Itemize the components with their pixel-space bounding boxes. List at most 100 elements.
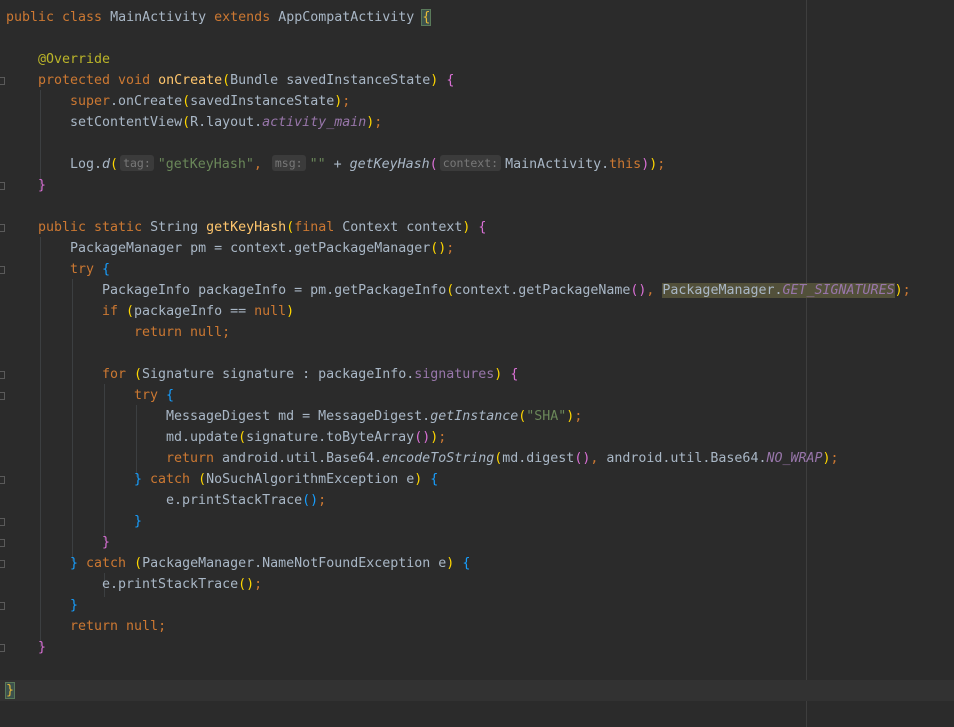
fold-marker-icon[interactable] <box>0 602 5 610</box>
paren: ( <box>238 430 247 445</box>
brace: } <box>102 535 111 550</box>
class-name: MainActivity <box>110 10 215 25</box>
code-text: Signature signature : packageInfo. <box>142 367 415 382</box>
string-literal: "SHA" <box>526 409 567 424</box>
parameter-hint: context: <box>439 155 502 171</box>
code-text: MainActivity. <box>505 157 610 172</box>
fold-marker-icon[interactable] <box>0 224 5 232</box>
params: Bundle savedInstanceState <box>230 73 431 88</box>
code-line[interactable]: e.printStackTrace(); <box>102 574 262 595</box>
comma: , <box>646 283 663 298</box>
brace: } <box>38 640 47 655</box>
params: Context context <box>342 220 463 235</box>
code-line[interactable]: public static String getKeyHash(final Co… <box>38 217 486 238</box>
fold-marker-icon[interactable] <box>0 77 5 85</box>
fold-marker-icon[interactable] <box>0 644 5 652</box>
code-line[interactable]: protected void onCreate(Bundle savedInst… <box>38 70 454 91</box>
keyword: public class <box>6 10 111 25</box>
code-line[interactable]: e.printStackTrace(); <box>166 490 326 511</box>
code-line[interactable]: } <box>134 511 142 532</box>
paren: ) <box>894 283 903 298</box>
paren: ( <box>126 304 135 319</box>
code-line[interactable]: } <box>38 637 46 658</box>
brace: } <box>70 598 79 613</box>
semicolon: ; <box>158 619 167 634</box>
fold-marker-icon[interactable] <box>0 266 5 274</box>
semicolon: ; <box>574 409 583 424</box>
code-text: PackageManager pm = context.getPackageMa… <box>70 241 431 256</box>
code-line[interactable]: } catch (NoSuchAlgorithmException e) { <box>134 469 438 490</box>
fold-marker-icon[interactable] <box>0 539 5 547</box>
code-line[interactable]: } <box>102 532 110 553</box>
keyword: null <box>126 619 159 634</box>
semicolon: ; <box>318 493 327 508</box>
code-text: Log. <box>70 157 103 172</box>
brace: { <box>422 472 439 487</box>
code-line[interactable]: return null; <box>134 322 230 343</box>
indent-guide <box>104 384 105 540</box>
paren: ( <box>222 73 231 88</box>
code-line[interactable]: return null; <box>70 616 166 637</box>
method-name: getKeyHash <box>349 157 430 172</box>
static-field: NO_WRAP <box>766 451 823 466</box>
semicolon: ; <box>830 451 839 466</box>
code-text: packageInfo == <box>134 304 255 319</box>
fold-marker-icon[interactable] <box>0 476 5 484</box>
keyword: null <box>190 325 223 340</box>
code-line[interactable]: PackageManager pm = context.getPackageMa… <box>70 238 454 259</box>
keyword: try <box>134 388 167 403</box>
keyword: extends <box>214 10 279 25</box>
static-field: activity_main <box>262 115 367 130</box>
code-line[interactable]: if (packageInfo == null) <box>102 301 294 322</box>
comma: , <box>253 157 270 172</box>
deprecation-highlight: PackageManager.GET_SIGNATURES <box>662 283 895 298</box>
paren: () <box>630 283 647 298</box>
keyword: catch <box>150 472 199 487</box>
string-literal: "" <box>309 157 326 172</box>
brace: } <box>134 472 151 487</box>
code-text: R.layout. <box>190 115 263 130</box>
fold-marker-icon[interactable] <box>0 371 5 379</box>
static-field: GET_SIGNATURES <box>782 283 895 298</box>
fold-marker-icon[interactable] <box>0 182 5 190</box>
class-name: AppCompatActivity <box>278 10 423 25</box>
code-line[interactable]: } catch (PackageManager.NameNotFoundExce… <box>70 553 470 574</box>
semicolon: ; <box>374 115 383 130</box>
code-line[interactable]: try { <box>70 259 110 280</box>
code-line[interactable]: PackageInfo packageInfo = pm.getPackageI… <box>102 280 911 301</box>
class-name: PackageManager. <box>662 283 783 298</box>
code-line[interactable]: @Override <box>38 49 110 70</box>
keyword: super <box>70 94 111 109</box>
brace: } <box>70 556 87 571</box>
type-name: String <box>150 220 207 235</box>
code-line[interactable]: for (Signature signature : packageInfo.s… <box>102 364 518 385</box>
method-name: encodeToString <box>382 451 495 466</box>
code-line[interactable]: Log.d(tag: "getKeyHash", msg: "" + getKeyH… <box>70 154 665 175</box>
code-line[interactable]: super.onCreate(savedInstanceState); <box>70 91 350 112</box>
code-line[interactable]: try { <box>134 385 174 406</box>
code-line[interactable]: } <box>38 175 46 196</box>
code-line[interactable]: return android.util.Base64.encodeToStrin… <box>166 448 839 469</box>
brace: } <box>38 178 47 193</box>
fold-marker-icon[interactable] <box>0 518 5 526</box>
paren: ( <box>429 157 438 172</box>
paren: ( <box>286 220 295 235</box>
fold-marker-icon[interactable] <box>0 560 5 568</box>
paren: () <box>302 493 319 508</box>
code-line[interactable]: MessageDigest md = MessageDigest.getInst… <box>166 406 582 427</box>
code-line[interactable]: } <box>4 680 16 701</box>
code-line[interactable]: md.update(signature.toByteArray()); <box>166 427 446 448</box>
paren: ( <box>198 472 207 487</box>
parameter-hint: msg: <box>271 155 306 171</box>
code-editor[interactable]: public class MainActivity extends AppCom… <box>0 0 954 727</box>
matched-brace: } <box>4 682 16 699</box>
matched-brace: { <box>421 9 432 26</box>
code-line[interactable]: public class MainActivity extends AppCom… <box>6 7 432 28</box>
keyword: null <box>254 304 287 319</box>
code-text: PackageManager.NameNotFoundException e <box>142 556 447 571</box>
fold-marker-icon[interactable] <box>0 392 5 400</box>
code-text: signature.toByteArray <box>246 430 415 445</box>
code-line[interactable]: setContentView(R.layout.activity_main); <box>70 112 382 133</box>
code-line[interactable]: } <box>70 595 78 616</box>
paren: () <box>414 430 431 445</box>
